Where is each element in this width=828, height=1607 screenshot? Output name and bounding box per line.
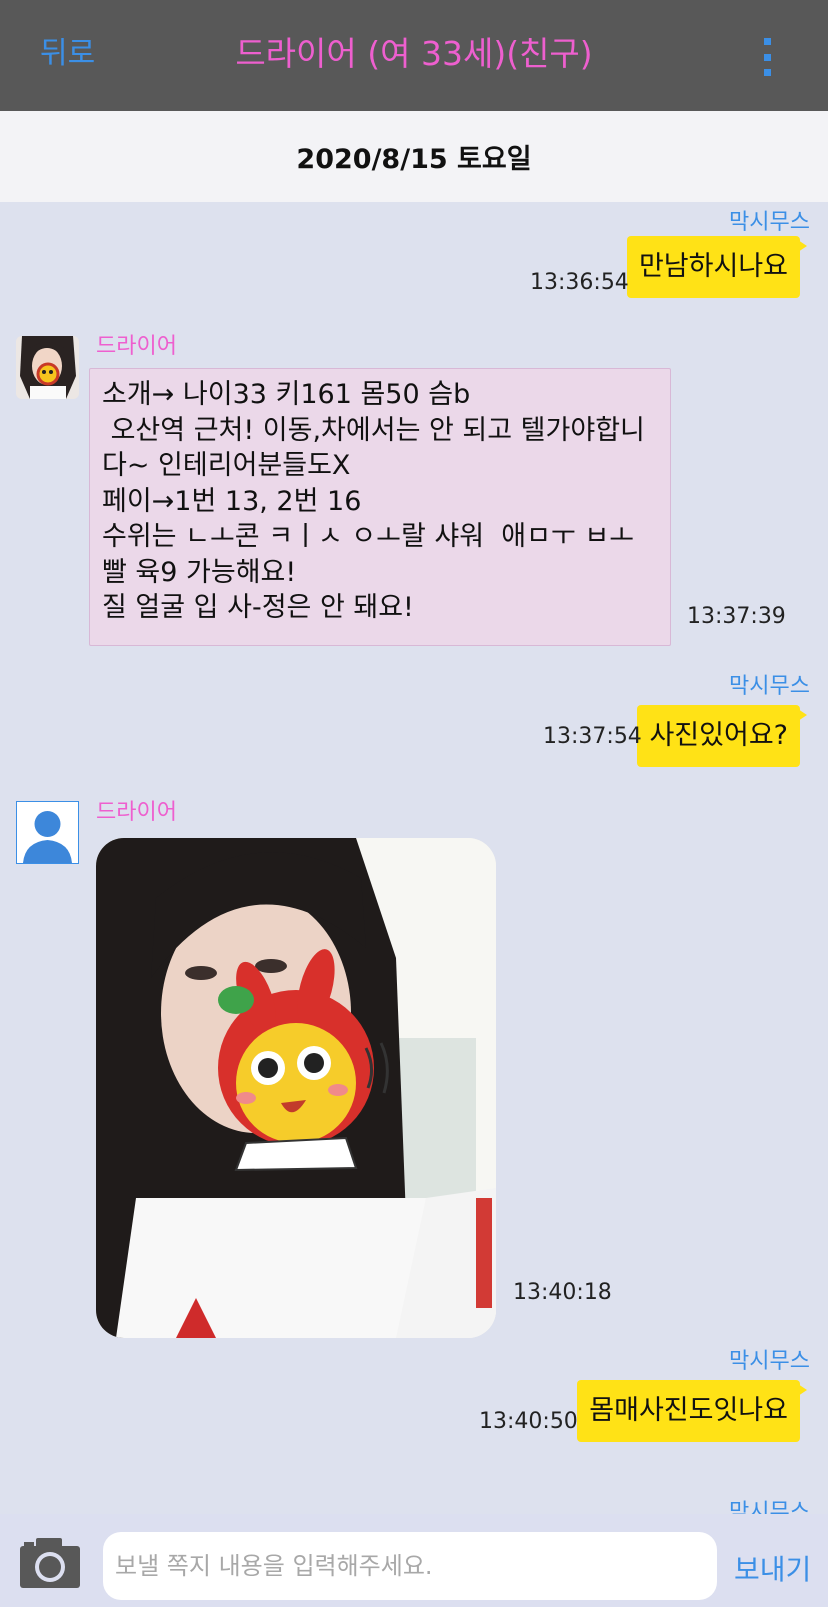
message-list[interactable]: 막시무스 만남하시나요 13:36:54 드라이어 소개→ 나이33 키161 … (0, 202, 828, 1514)
message-text: 만남하시나요 (638, 251, 788, 282)
sender-name: 드라이어 (96, 800, 177, 825)
message-time: 13:37:54 (543, 724, 642, 749)
message-text: 소개→ 나이33 키161 몸50 슴b 오산역 근처! 이동,차에서는 안 되… (102, 379, 645, 623)
sender-name: 막시무스 (729, 1500, 810, 1514)
message-bubble-received[interactable]: 소개→ 나이33 키161 몸50 슴b 오산역 근처! 이동,차에서는 안 되… (89, 368, 671, 646)
message-time: 13:36:54 (530, 270, 629, 295)
message-bubble-sent[interactable]: 만남하시나요 (626, 236, 808, 298)
message-input[interactable] (103, 1532, 717, 1600)
default-avatar-icon[interactable] (16, 801, 79, 864)
photo-attachment[interactable] (96, 838, 496, 1338)
message-time: 13:40:18 (513, 1280, 612, 1305)
message-text: 몸매사진도잇나요 (589, 1395, 788, 1426)
chat-title: 드라이어 (여 33세)(친구) (235, 34, 593, 73)
back-button[interactable]: 뒤로 (40, 34, 95, 74)
date-header: 2020/8/15 토요일 (0, 111, 828, 202)
message-time: 13:37:39 (687, 604, 786, 629)
message-bubble-sent[interactable]: 몸매사진도잇나요 (577, 1380, 807, 1442)
message-time: 13:40:50 (479, 1409, 578, 1434)
sender-name: 막시무스 (729, 1349, 810, 1374)
sender-name: 막시무스 (729, 674, 810, 699)
send-button[interactable]: 보내기 (734, 1548, 811, 1588)
camera-icon[interactable] (16, 1534, 84, 1590)
sender-name: 막시무스 (729, 210, 810, 235)
top-bar: 뒤로 드라이어 (여 33세)(친구) (0, 0, 828, 111)
composer-bar: 보내기 (0, 1514, 828, 1607)
contact-avatar[interactable] (16, 336, 79, 399)
message-bubble-sent[interactable]: 사진있어요? (637, 705, 807, 767)
message-text: 사진있어요? (649, 720, 788, 751)
sender-name: 드라이어 (96, 334, 177, 359)
more-vertical-icon[interactable] (758, 38, 776, 76)
